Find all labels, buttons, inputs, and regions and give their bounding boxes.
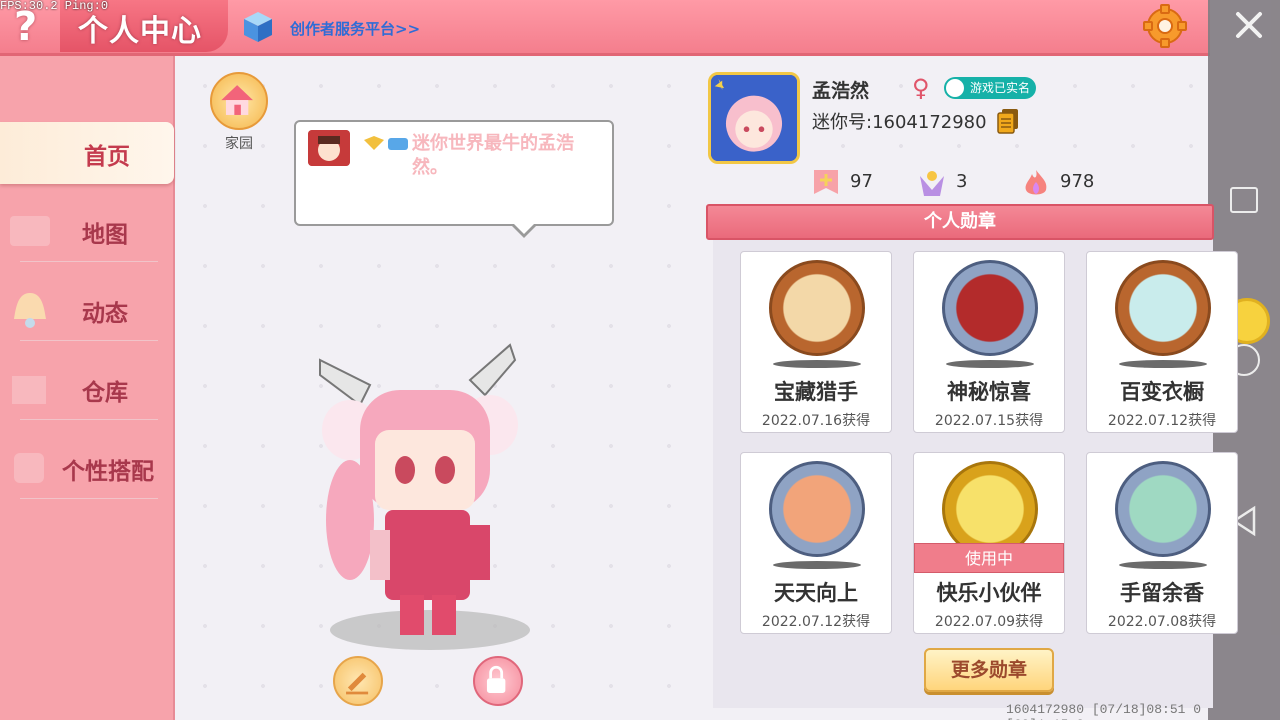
bell-icon: [14, 293, 46, 328]
medal-date: 2022.07.16获得: [761, 413, 871, 429]
stat-value: 978: [1060, 171, 1095, 192]
mini-id: 迷你号:1604172980: [812, 112, 987, 133]
medal-date: 2022.07.09获得: [934, 614, 1044, 630]
edit-button[interactable]: [333, 656, 383, 706]
medal-shadow: [773, 360, 861, 368]
medal-date: 2022.07.12获得: [1107, 413, 1217, 429]
sidebar-item-label: 动态: [82, 301, 128, 327]
sidebar-item-label: 仓库: [82, 380, 128, 406]
verified-badge: 游戏已实名: [944, 77, 1037, 99]
creator-platform-link[interactable]: 创作者服务平台>>: [290, 18, 420, 39]
home-garden-label: 家园: [225, 136, 253, 152]
copy-icon[interactable]: [996, 108, 1020, 134]
medal-card[interactable]: 神秘惊喜 2022.07.15获得: [913, 251, 1065, 433]
divider: [20, 498, 158, 499]
divider: [20, 419, 158, 420]
medal-shadow: [1119, 561, 1207, 569]
build-info: 1604172980 [07/18]08:51 0 [69]1.15.2: [1006, 702, 1202, 720]
pencil-icon: [346, 672, 369, 695]
lock-button[interactable]: [473, 656, 523, 706]
sidebar-item-label: 个性搭配: [62, 459, 154, 485]
stat-value: 3: [956, 171, 968, 192]
divider: [20, 261, 158, 262]
nickname: 孟浩然: [812, 80, 870, 102]
more-medals-button[interactable]: 更多勋章: [924, 648, 1054, 692]
stat-value: 97: [850, 171, 873, 192]
medal-section-header: 个人勋章: [706, 204, 1214, 240]
medal-card[interactable]: 手留余香 2022.07.08获得: [1086, 452, 1238, 634]
female-icon: ♀: [912, 74, 930, 102]
medal-date: 2022.07.08获得: [1107, 614, 1217, 630]
sidebar-item-label: 地图: [82, 222, 128, 248]
bubble-avatar-icon: [308, 130, 350, 166]
wardrobe-medal-icon: [1115, 260, 1211, 356]
sidebar-item-outfit[interactable]: 个性搭配: [0, 437, 172, 499]
cube-icon[interactable]: [242, 10, 274, 44]
medal-shadow: [1119, 360, 1207, 368]
gift-medal-icon: [942, 260, 1038, 356]
sidebar-item-home[interactable]: 首页: [0, 122, 174, 184]
more-medals-label: 更多勋章: [950, 659, 1027, 681]
medal-name: 百变衣橱: [1120, 380, 1204, 404]
treasure-medal-icon: [769, 260, 865, 356]
gear-icon[interactable]: [1143, 4, 1187, 48]
house-icon: [221, 85, 253, 115]
medal-card[interactable]: 宝藏猎手 2022.07.16获得: [740, 251, 892, 433]
home-garden-button[interactable]: [210, 72, 268, 130]
medal-date: 2022.07.12获得: [761, 614, 871, 630]
medal-name: 宝藏猎手: [774, 380, 858, 404]
flame-icon: [1025, 170, 1047, 195]
in-use-badge: 使用中: [914, 543, 1064, 573]
medal-name: 神秘惊喜: [947, 380, 1031, 404]
fps-readout: FPS:30.2 Ping:0: [0, 0, 109, 13]
calendar-medal-icon: [769, 461, 865, 557]
medal-card[interactable]: 百变衣橱 2022.07.12获得: [1086, 251, 1238, 433]
divider: [20, 340, 158, 341]
map-icon: [10, 216, 50, 246]
sidebar-item-feed[interactable]: 动态: [0, 279, 172, 341]
sidebar-item-label: 首页: [84, 144, 130, 170]
medal-card[interactable]: 天天向上 2022.07.12获得: [740, 452, 892, 634]
medal-name: 快乐小伙伴: [936, 581, 1042, 605]
medal-name: 天天向上: [774, 581, 858, 605]
medal-shadow: [946, 360, 1034, 368]
player-character[interactable]: [290, 330, 540, 660]
plus-badge-icon: [814, 170, 838, 194]
medal-date: 2022.07.15获得: [934, 413, 1044, 429]
sidebar-item-map[interactable]: 地图: [0, 200, 172, 262]
medal-card[interactable]: 使用中 快乐小伙伴 2022.07.09获得: [913, 452, 1065, 634]
medal-section-title: 个人勋章: [924, 211, 996, 232]
box-icon: [12, 376, 46, 404]
bubble-tail-fill: [512, 222, 536, 234]
sidebar-item-storage[interactable]: 仓库: [0, 358, 172, 420]
vip-badge-icon: [364, 136, 408, 150]
recent-apps-icon[interactable]: [1230, 187, 1258, 213]
user-avatar[interactable]: [708, 72, 800, 164]
lock-icon: [486, 665, 506, 693]
medal-shadow: [773, 561, 861, 569]
close-icon[interactable]: [1232, 8, 1266, 42]
trophy-person-icon: [920, 171, 944, 196]
signature-text: 迷你世界最牛的孟浩然。: [412, 133, 574, 178]
outfit-icon: [14, 453, 44, 483]
fragrance-medal-icon: [1115, 461, 1211, 557]
medal-name: 手留余香: [1120, 581, 1204, 605]
